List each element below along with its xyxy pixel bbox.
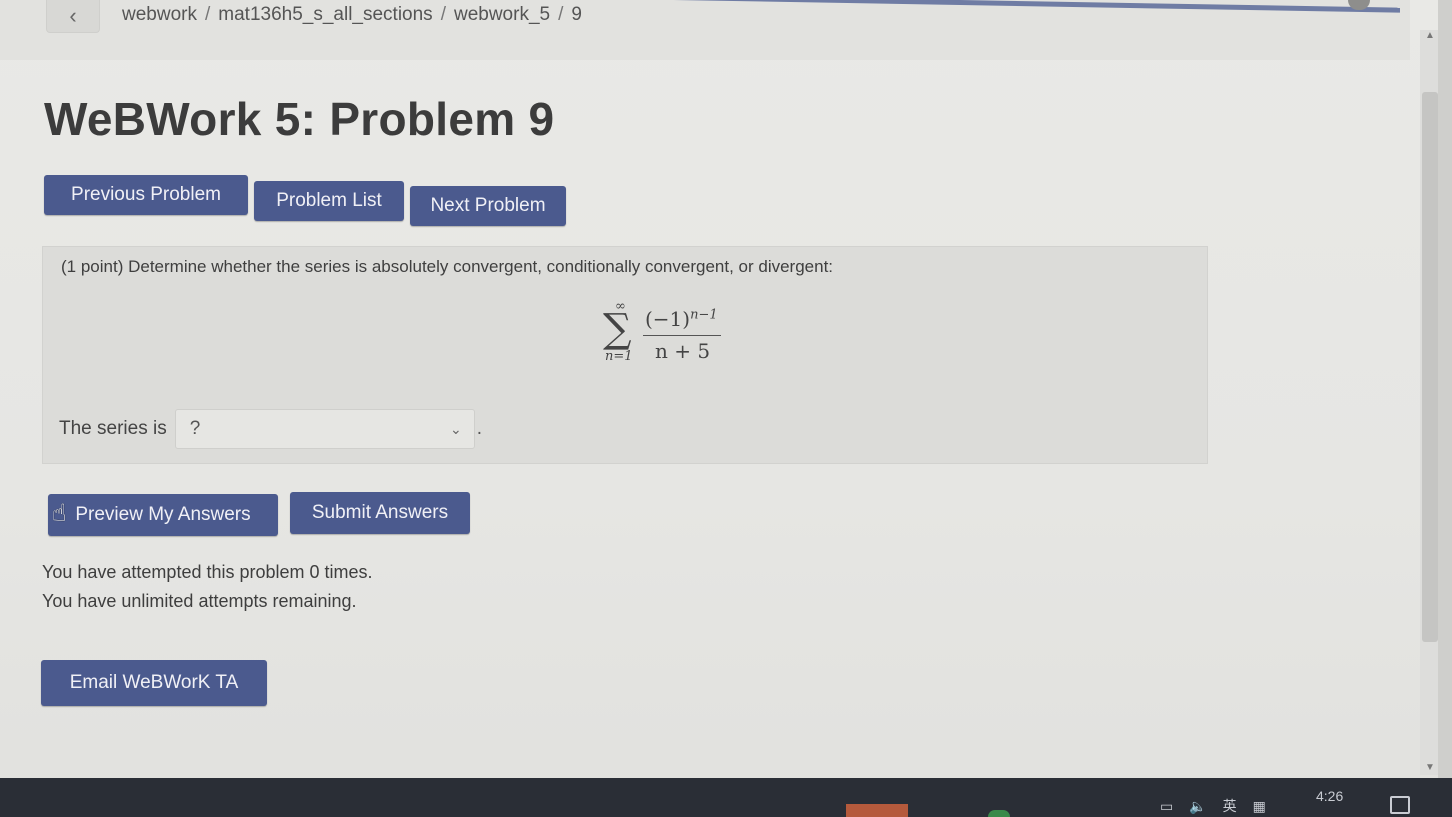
numerator-exponent: n−1 (690, 307, 718, 323)
sigma-icon: ∑ (603, 306, 632, 352)
top-bar: ‹ webwork / mat136h5_s_all_sections / we… (0, 0, 1410, 60)
series-formula: ∞ ∑ n=1 (−1)n−1 n + 5 (603, 299, 763, 373)
formula-numerator: (−1)n−1 (645, 307, 718, 331)
next-problem-button[interactable]: Next Problem (410, 186, 566, 226)
attempts-info: You have attempted this problem 0 times.… (42, 558, 373, 616)
answer-prompt: The series is (59, 418, 167, 439)
scrollbar-thumb[interactable] (1422, 92, 1438, 642)
breadcrumb-separator: / (204, 4, 211, 25)
breadcrumb-separator: / (558, 4, 564, 25)
answer-select[interactable]: ? ⌄ (174, 409, 475, 449)
sum-lower-limit: n=1 (605, 349, 633, 364)
taskbar-app-icon[interactable] (988, 810, 1010, 817)
problem-statement: (1 point) Determine whether the series i… (61, 257, 834, 276)
back-button[interactable]: ‹ (46, 0, 100, 33)
notification-icon[interactable] (1390, 796, 1410, 814)
breadcrumb-separator: / (440, 4, 446, 25)
webwork-page: ‹ webwork / mat136h5_s_all_sections / we… (0, 0, 1452, 817)
breadcrumb-item-course[interactable]: mat136h5_s_all_sections (218, 4, 432, 26)
window-edge (1438, 0, 1452, 817)
keyboard-icon[interactable]: ▦ (1253, 798, 1266, 815)
system-tray: ▭ 🔈 英 ▦ (1160, 796, 1266, 816)
breadcrumb: webwork / mat136h5_s_all_sections / webw… (122, 4, 582, 26)
problem-panel: (1 point) Determine whether the series i… (42, 246, 1208, 464)
volume-icon[interactable]: 🔈 (1189, 798, 1206, 815)
answer-select-value: ? (189, 418, 201, 439)
hand-cursor-icon: ☝ (52, 500, 67, 527)
breadcrumb-item-problem: 9 (571, 4, 582, 25)
progress-accent-line (520, 0, 1400, 13)
submit-answers-button[interactable]: Submit Answers (290, 492, 470, 534)
attempts-remaining: You have unlimited attempts remaining. (42, 591, 357, 611)
answer-suffix: . (476, 418, 482, 439)
taskbar-clock[interactable]: 4:26 (1316, 788, 1343, 804)
chevron-down-icon: ⌄ (449, 420, 462, 437)
numerator-base: (−1) (645, 307, 691, 331)
preview-answers-button[interactable]: Preview My Answers (48, 494, 278, 536)
page-title: WeBWork 5: Problem 9 (44, 93, 555, 145)
answer-row: The series is ? ⌄ . (59, 409, 482, 449)
fraction-bar (643, 335, 721, 336)
scroll-down-icon[interactable]: ▼ (1424, 762, 1436, 774)
scroll-up-icon[interactable]: ▲ (1424, 30, 1436, 42)
top-icons (1348, 0, 1370, 10)
breadcrumb-item-webwork[interactable]: webwork (122, 4, 197, 26)
taskbar-app-icon[interactable] (846, 804, 908, 817)
attempts-count: You have attempted this problem 0 times. (42, 562, 373, 582)
chevron-left-icon: ‹ (69, 3, 77, 28)
avatar-icon[interactable] (1348, 0, 1370, 10)
problem-list-button[interactable]: Problem List (254, 181, 404, 221)
formula-denominator: n + 5 (655, 339, 711, 363)
network-icon[interactable]: ▭ (1160, 798, 1173, 815)
previous-problem-button[interactable]: Previous Problem (44, 175, 248, 215)
ime-indicator[interactable]: 英 (1223, 796, 1237, 816)
breadcrumb-item-set[interactable]: webwork_5 (454, 4, 550, 26)
email-ta-button[interactable]: Email WeBWorK TA (41, 660, 267, 706)
